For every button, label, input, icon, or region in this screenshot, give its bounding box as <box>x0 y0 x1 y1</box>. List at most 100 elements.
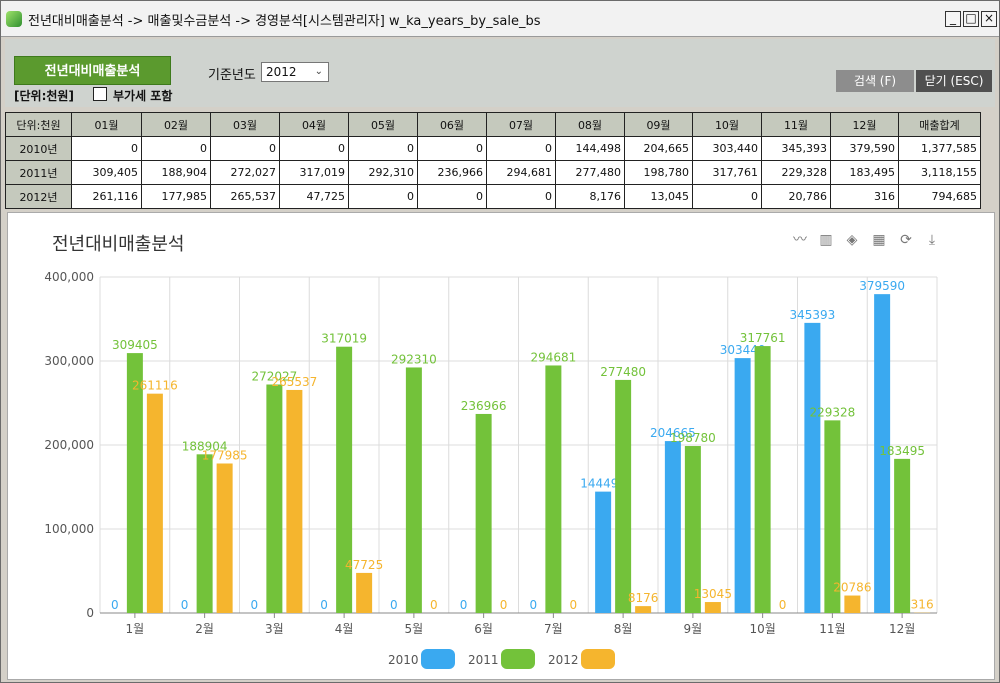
row-label: 2012년 <box>5 184 72 209</box>
bar-2011 <box>754 346 771 613</box>
data-label: 0 <box>779 598 787 612</box>
table-cell[interactable]: 0 <box>486 184 556 209</box>
table-cell[interactable]: 144,498 <box>555 136 625 161</box>
table-cell[interactable]: 20,786 <box>761 184 831 209</box>
bar-chart: 0 100,000 200,000 300,000 400,000 1월 0 309405 26… <box>44 270 938 669</box>
year-value: 2012 <box>266 65 297 79</box>
table-cell[interactable]: 0 <box>71 136 142 161</box>
bar-2012 <box>286 389 303 613</box>
table-cell[interactable]: 265,537 <box>210 184 280 209</box>
table-cell[interactable]: 0 <box>279 136 349 161</box>
row-label: 2010년 <box>5 136 72 161</box>
data-label: 292310 <box>391 352 437 366</box>
table-header: 11월 <box>761 112 831 137</box>
vat-checkbox[interactable] <box>93 87 107 101</box>
table-cell[interactable]: 294,681 <box>486 160 556 185</box>
data-label: 379590 <box>859 279 905 293</box>
data-label: 265537 <box>271 375 317 389</box>
year-select[interactable]: 2012 ⌄ <box>261 62 329 82</box>
table-cell[interactable]: 229,328 <box>761 160 831 185</box>
bar-2012 <box>216 463 233 613</box>
table-cell[interactable]: 309,405 <box>71 160 142 185</box>
table-cell[interactable]: 345,393 <box>761 136 831 161</box>
table-header: 매출합계 <box>898 112 981 137</box>
x-tick-label: 7월 <box>544 622 563 636</box>
x-tick-label: 10월 <box>749 622 775 636</box>
bar-2010 <box>734 358 751 613</box>
table-cell[interactable]: 261,116 <box>71 184 142 209</box>
maximize-button[interactable]: □ <box>963 11 979 27</box>
table-cell[interactable]: 272,027 <box>210 160 280 185</box>
x-tick-label: 11월 <box>819 622 845 636</box>
legend-label: 2010 <box>388 653 419 667</box>
table-cell[interactable]: 198,780 <box>624 160 693 185</box>
table-header: 02월 <box>141 112 211 137</box>
bar-2011 <box>266 384 283 613</box>
table-cell[interactable]: 0 <box>210 136 280 161</box>
table-cell[interactable]: 8,176 <box>555 184 625 209</box>
data-label: 0 <box>460 598 468 612</box>
table-cell[interactable]: 316 <box>830 184 899 209</box>
data-label: 345393 <box>789 308 835 322</box>
table-row[interactable]: 2011년 309,405 188,904 272,027 317,019 292,310… <box>5 160 981 185</box>
table-row[interactable]: 2012년 261,116 177,985 265,537 47,725 0 0 0 8,176… <box>5 184 981 209</box>
table-header: 04월 <box>279 112 349 137</box>
table-cell[interactable]: 0 <box>417 136 487 161</box>
table-cell[interactable]: 277,480 <box>555 160 625 185</box>
table-cell[interactable]: 794,685 <box>898 184 981 209</box>
close-button[interactable]: 닫기 (ESC) <box>916 70 992 92</box>
data-label: 183495 <box>879 444 925 458</box>
table-cell[interactable]: 177,985 <box>141 184 211 209</box>
table-cell[interactable]: 0 <box>141 136 211 161</box>
table-cell[interactable]: 183,495 <box>830 160 899 185</box>
app-window: 전년대비매출분석 -> 매출및수금분석 -> 경영분석[시스템관리자] w_ka… <box>0 0 1000 683</box>
sales-table: 단위:천원 01월 02월 03월 04월 05월 06월 07월 08월 09월 10월 11월 12… <box>5 112 981 209</box>
table-cell[interactable]: 0 <box>348 136 418 161</box>
minimize-button[interactable]: _ <box>945 11 961 27</box>
data-label: 47725 <box>345 558 383 572</box>
data-label: 294681 <box>530 350 576 364</box>
legend-label: 2012 <box>548 653 579 667</box>
legend-swatch <box>421 649 455 669</box>
bar-2011 <box>196 454 213 613</box>
table-cell[interactable]: 0 <box>692 184 762 209</box>
table-cell[interactable]: 204,665 <box>624 136 693 161</box>
table-cell[interactable]: 379,590 <box>830 136 899 161</box>
table-row[interactable]: 2010년 0 0 0 0 0 0 0 144,498 204,665 303,440 345,393… <box>5 136 981 161</box>
data-label: 316 <box>911 598 934 612</box>
table-cell[interactable]: 1,377,585 <box>898 136 981 161</box>
table-cell[interactable]: 317,019 <box>279 160 349 185</box>
data-label: 0 <box>251 598 259 612</box>
window-title: 전년대비매출분석 -> 매출및수금분석 -> 경영분석[시스템관리자] w_ka… <box>28 14 541 29</box>
bar-2012 <box>146 393 163 613</box>
bar-2012 <box>635 606 652 613</box>
title-bar: 전년대비매출분석 -> 매출및수금분석 -> 경영분석[시스템관리자] w_ka… <box>1 1 999 37</box>
table-header: 12월 <box>830 112 899 137</box>
table-cell[interactable]: 236,966 <box>417 160 487 185</box>
table-header: 단위:천원 <box>5 112 72 137</box>
table-cell[interactable]: 0 <box>486 136 556 161</box>
table-header: 05월 <box>348 112 418 137</box>
report-title-button[interactable]: 전년대비매출분석 <box>14 56 171 85</box>
data-label: 317761 <box>740 331 786 345</box>
bar-2010 <box>804 322 821 613</box>
table-cell[interactable]: 188,904 <box>141 160 211 185</box>
table-cell[interactable]: 292,310 <box>348 160 418 185</box>
legend-swatch <box>581 649 615 669</box>
table-cell[interactable]: 303,440 <box>692 136 762 161</box>
close-window-button[interactable]: × <box>981 11 997 27</box>
table-header: 09월 <box>624 112 693 137</box>
table-header: 01월 <box>71 112 142 137</box>
search-button[interactable]: 검색 (F) <box>836 70 914 92</box>
table-cell[interactable]: 13,045 <box>624 184 693 209</box>
table-cell[interactable]: 317,761 <box>692 160 762 185</box>
table-cell[interactable]: 47,725 <box>279 184 349 209</box>
table-cell[interactable]: 0 <box>417 184 487 209</box>
table-cell[interactable]: 0 <box>348 184 418 209</box>
table-header: 03월 <box>210 112 280 137</box>
bar-2011 <box>405 367 422 613</box>
bar-2010 <box>595 491 612 613</box>
table-cell[interactable]: 3,118,155 <box>898 160 981 185</box>
bar-2012 <box>356 572 373 613</box>
data-label: 309405 <box>112 338 158 352</box>
